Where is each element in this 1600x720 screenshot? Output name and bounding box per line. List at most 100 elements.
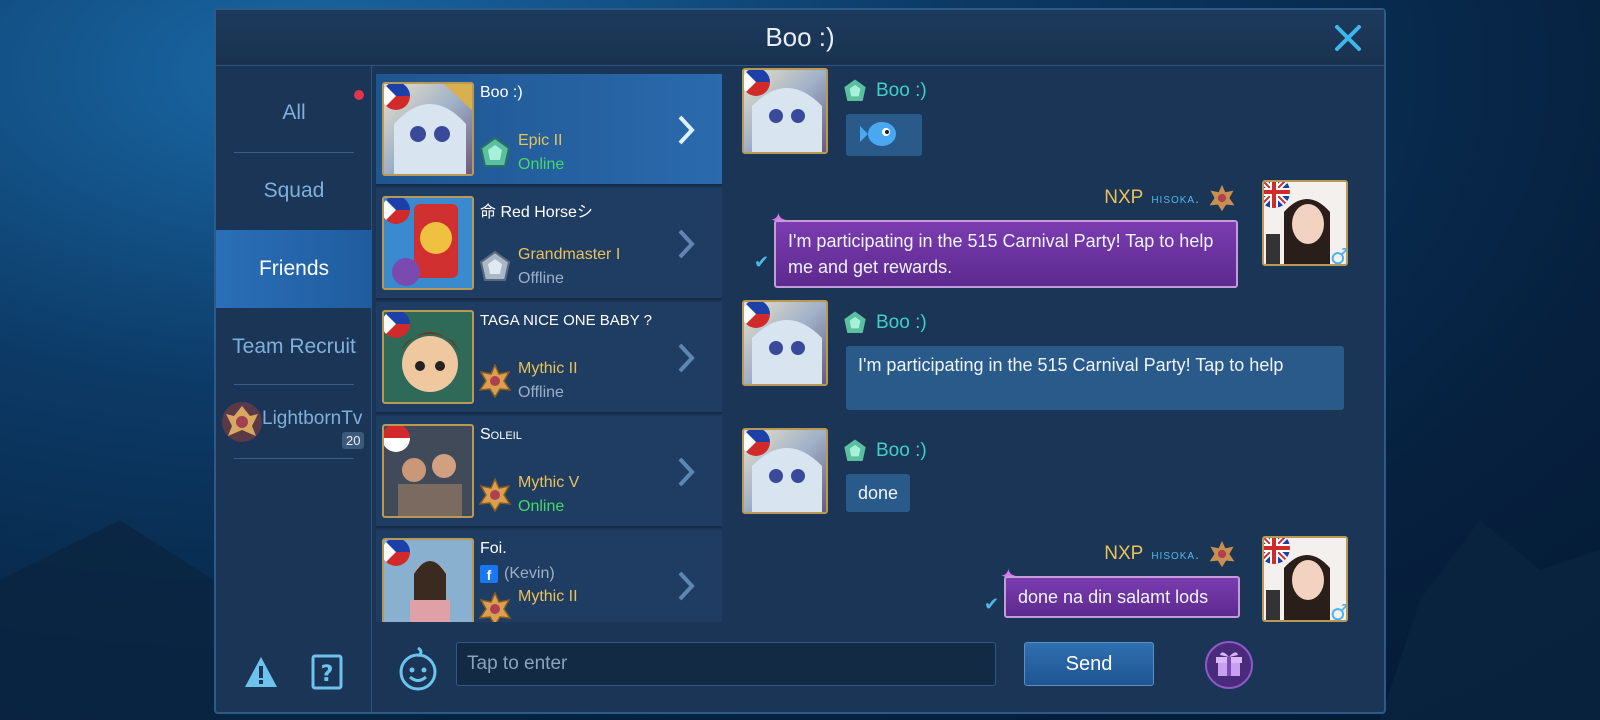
epic-rank-icon <box>479 136 511 167</box>
close-button[interactable] <box>1330 20 1366 56</box>
friend-name: Foi. <box>480 540 507 557</box>
self-avatar[interactable]: ♂ <box>1262 536 1348 622</box>
friend-status: Online <box>518 498 565 515</box>
friend-rank: Mythic V <box>518 474 580 491</box>
mythic-rank-icon <box>478 364 512 398</box>
chat-messages: Boo :) NXP hisoka. ♂ ✦ <box>728 66 1384 622</box>
warning-icon <box>245 657 277 687</box>
friend-status: Online <box>518 156 565 173</box>
philippines-flag-icon <box>744 70 770 96</box>
gift-icon <box>1205 641 1253 689</box>
tab-squad[interactable]: Squad <box>216 152 372 230</box>
sender-line: NXP hisoka. <box>1104 540 1236 568</box>
philippines-flag-icon <box>384 84 410 110</box>
chevron-right-icon <box>678 343 695 373</box>
friend-name: 命 Red Horseシ <box>480 204 593 221</box>
message-bubble[interactable]: done na din salamt lods <box>1004 576 1240 618</box>
category-nav: All Squad Friends Team Recruit Lightborn… <box>216 66 372 712</box>
sender-tag: hisoka. <box>1151 190 1200 206</box>
help-book-icon: ? <box>311 654 343 690</box>
divider <box>234 458 354 459</box>
sender-avatar[interactable] <box>742 68 828 154</box>
message-bubble[interactable]: I'm participating in the 515 Carnival Pa… <box>846 346 1344 410</box>
sender-line: NXP hisoka. <box>1104 184 1236 212</box>
friend-avatar <box>382 424 474 518</box>
tab-all[interactable]: All <box>216 74 372 152</box>
sent-check-icon: ✔ <box>754 252 770 272</box>
friend-status: Offline <box>518 270 564 287</box>
self-avatar[interactable]: ♂ <box>1262 180 1348 266</box>
philippines-flag-icon <box>384 198 410 224</box>
chevron-right-icon <box>678 457 695 487</box>
mythic-rank-icon <box>1209 540 1235 568</box>
sent-check-icon: ✔ <box>984 594 1000 614</box>
chat-window: Boo :) All Squad Friends Team Recruit Li… <box>214 8 1386 714</box>
svg-text:♂: ♂ <box>1330 601 1348 622</box>
mythic-rank-icon <box>478 478 512 512</box>
message-bubble[interactable]: done <box>846 474 911 512</box>
friend-avatar <box>382 538 474 622</box>
friend-name: TAGA NICE ONE BABY ? <box>480 312 653 329</box>
friend-avatar <box>382 196 474 290</box>
tab-squad-label: Squad <box>263 179 325 202</box>
sender-line: Boo :) <box>842 310 927 336</box>
squad-entry[interactable]: LightbornTv 20 <box>216 396 372 456</box>
grandmaster-rank-icon <box>479 250 511 281</box>
send-button[interactable]: Send <box>1024 642 1154 686</box>
tab-team-recruit[interactable]: Team Recruit <box>216 308 372 386</box>
friend-item[interactable]: Soleil Mythic V Online <box>376 416 722 528</box>
sender-avatar[interactable] <box>742 428 828 514</box>
epic-rank-icon <box>844 439 866 461</box>
facebook-name: (Kevin) <box>504 565 555 582</box>
philippines-flag-icon <box>384 312 410 338</box>
friend-status: Offline <box>518 384 564 401</box>
emoji-button[interactable] <box>396 644 440 692</box>
friend-rank: Epic II <box>518 132 563 149</box>
friend-rank: Mythic II <box>518 588 578 605</box>
chevron-right-icon <box>678 115 695 145</box>
sender-line: Boo :) <box>842 78 927 104</box>
friend-item[interactable]: TAGA NICE ONE BABY ? Mythic II Offline <box>376 302 722 414</box>
facebook-link-line: f (Kevin) <box>480 565 555 583</box>
tab-friends[interactable]: Friends <box>216 230 372 308</box>
sticker-bubble[interactable] <box>846 114 922 156</box>
sender-tag: hisoka. <box>1151 546 1200 562</box>
friend-item[interactable]: Foi. f (Kevin) Mythic II <box>376 530 722 622</box>
friend-rank: Grandmaster I <box>518 246 621 263</box>
epic-rank-icon <box>844 311 866 333</box>
friend-item[interactable]: 命 Red Horseシ Grandmaster I Offline <box>376 188 722 300</box>
gift-button[interactable] <box>1204 640 1254 690</box>
sender-name: NXP <box>1104 187 1144 208</box>
emoji-face-icon <box>399 646 437 691</box>
sender-name: Boo :) <box>876 312 927 333</box>
nav-bottom-tools: ? <box>216 632 372 712</box>
friend-rank: Mythic II <box>518 360 578 377</box>
message-bubble[interactable]: I'm participating in the 515 Carnival Pa… <box>774 220 1238 288</box>
message-input[interactable] <box>456 642 996 686</box>
friend-item[interactable]: Boo :) Epic II Online <box>376 74 722 186</box>
philippines-flag-icon <box>744 302 770 328</box>
squad-name: LightbornTv <box>262 408 363 429</box>
squad-emblem-icon <box>222 402 262 442</box>
chevron-right-icon <box>678 571 695 601</box>
friend-avatar <box>382 82 474 176</box>
tab-all-label: All <box>282 101 306 124</box>
facebook-icon: f <box>480 565 498 583</box>
friend-avatar <box>382 310 474 404</box>
blue-fish-sticker-icon <box>860 122 896 146</box>
help-button[interactable]: ? <box>309 654 345 690</box>
friend-name: Boo :) <box>480 84 523 101</box>
friend-name: Soleil <box>480 426 522 443</box>
report-button[interactable] <box>243 654 279 690</box>
message-input-bar: Send <box>374 624 1384 712</box>
sender-avatar[interactable] <box>742 300 828 386</box>
mythic-rank-icon <box>1209 184 1235 212</box>
notification-dot <box>354 90 364 100</box>
chevron-right-icon <box>678 229 695 259</box>
epic-rank-icon <box>844 79 866 101</box>
sender-name: Boo :) <box>876 80 927 101</box>
sender-line: Boo :) <box>842 438 927 464</box>
squad-count-badge: 20 <box>342 432 365 449</box>
sender-name: NXP <box>1104 543 1144 564</box>
tab-friends-label: Friends <box>258 257 330 280</box>
